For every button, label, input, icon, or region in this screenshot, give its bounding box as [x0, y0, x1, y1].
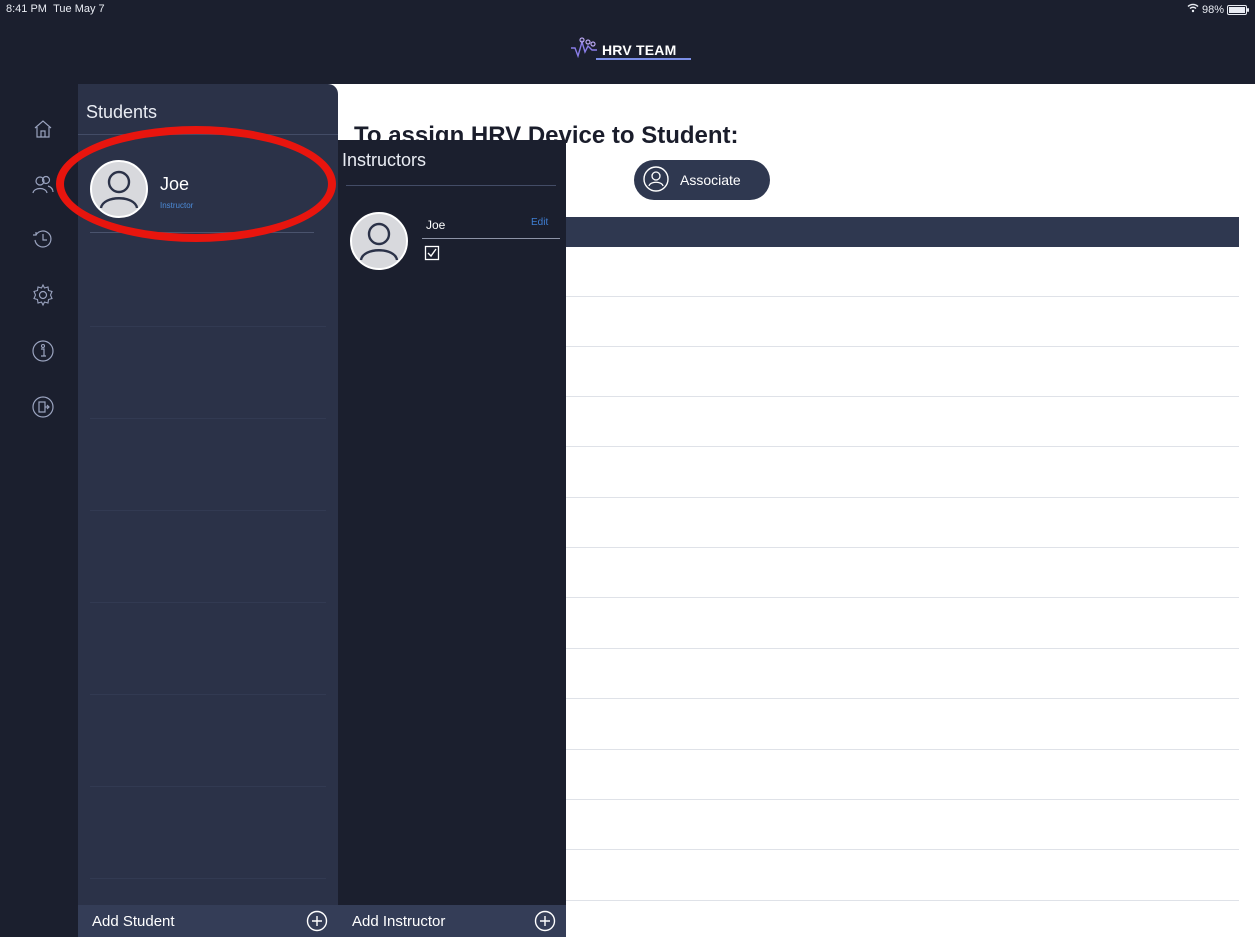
- associate-label: Associate: [680, 172, 741, 188]
- student-name: Joe: [160, 174, 190, 194]
- students-panel: Students Joe Instructor Add Student: [78, 84, 338, 937]
- app-logo: HRV TEAM: [570, 36, 691, 63]
- instructors-panel: Instructors Joe Edit Add Instructor: [338, 140, 566, 937]
- logout-icon[interactable]: [30, 394, 56, 420]
- student-list-item[interactable]: Joe Instructor: [78, 154, 338, 224]
- home-icon[interactable]: [30, 116, 56, 142]
- list-divider: [90, 602, 326, 603]
- checkbox-checked-icon[interactable]: [424, 245, 440, 261]
- avatar: [90, 160, 148, 218]
- list-divider: [90, 694, 326, 695]
- list-divider: [90, 510, 326, 511]
- app-header: HRV TEAM: [0, 18, 1255, 84]
- students-divider: [78, 134, 338, 135]
- edit-instructor-link[interactable]: Edit: [531, 217, 548, 228]
- users-icon[interactable]: [30, 172, 56, 198]
- instructors-title: Instructors: [342, 150, 427, 170]
- nav-rail: [0, 84, 78, 937]
- associate-icon: [642, 165, 670, 196]
- list-divider: [90, 326, 326, 327]
- status-right: 98%: [1187, 3, 1249, 16]
- list-divider: [90, 878, 326, 879]
- heartbeat-people-icon: [570, 36, 598, 63]
- logo-underline: [596, 58, 691, 60]
- status-time: 8:41 PM Tue May 7: [6, 3, 105, 15]
- add-instructor-label[interactable]: Add Instructor: [352, 913, 445, 930]
- add-instructor-bar: Add Instructor: [338, 905, 566, 937]
- instructor-list-item[interactable]: Joe Edit: [338, 210, 566, 274]
- history-icon[interactable]: [30, 226, 56, 252]
- wifi-icon: [1187, 3, 1199, 16]
- list-divider: [90, 786, 326, 787]
- instructor-name: Joe: [426, 218, 446, 232]
- battery-percent: 98%: [1201, 3, 1224, 16]
- avatar: [350, 212, 408, 270]
- students-title: Students: [86, 102, 158, 122]
- status-bar: 8:41 PM Tue May 7 98%: [0, 0, 1255, 18]
- battery-icon: [1227, 4, 1249, 15]
- list-divider: [90, 418, 326, 419]
- list-divider: [90, 232, 314, 233]
- gear-icon[interactable]: [30, 282, 56, 308]
- add-student-plus-icon[interactable]: [306, 910, 328, 932]
- student-role: Instructor: [160, 201, 194, 210]
- instructor-underline: [422, 238, 560, 239]
- app-title: HRV TEAM: [602, 41, 677, 58]
- associate-button[interactable]: Associate: [634, 160, 770, 200]
- add-student-bar: Add Student: [78, 905, 338, 937]
- info-icon[interactable]: [30, 338, 56, 364]
- instructors-divider: [346, 185, 556, 186]
- add-student-label[interactable]: Add Student: [92, 913, 175, 930]
- add-instructor-plus-icon[interactable]: [534, 910, 556, 932]
